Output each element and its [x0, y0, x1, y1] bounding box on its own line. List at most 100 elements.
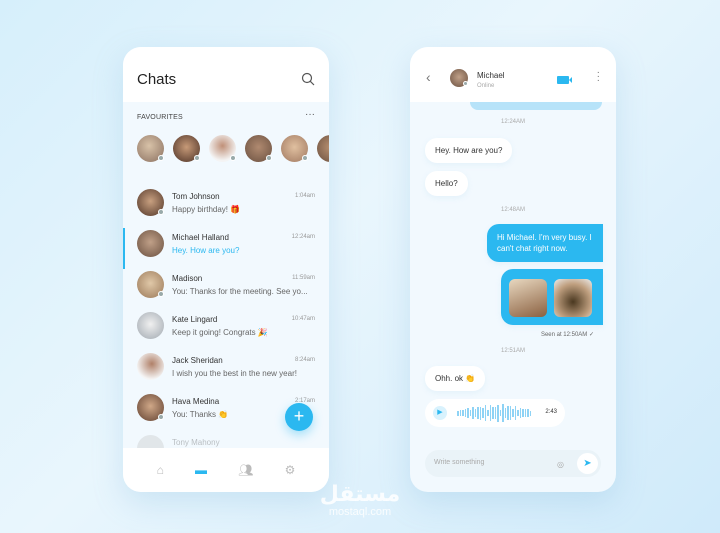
- waveform-bar: [522, 408, 524, 418]
- favourite-avatar[interactable]: [137, 135, 164, 162]
- waveform-bar: [502, 404, 504, 422]
- avatar: [137, 394, 164, 421]
- waveform-bar: [457, 410, 459, 416]
- back-icon[interactable]: ‹: [426, 69, 431, 85]
- shared-image[interactable]: [509, 279, 547, 317]
- waveform-bar: [474, 409, 476, 417]
- timestamp: 12:48AM: [500, 207, 525, 213]
- send-button[interactable]: ➤: [577, 453, 598, 474]
- waveform: [457, 404, 535, 422]
- message-time: 12:24am: [291, 234, 315, 240]
- favourite-avatar[interactable]: [173, 135, 200, 162]
- contact-name: Madison: [172, 274, 203, 283]
- avatar: [137, 312, 164, 339]
- more-icon[interactable]: ···: [305, 109, 315, 120]
- waveform-bar: [487, 409, 489, 417]
- chats-header: Chats: [123, 47, 329, 102]
- video-call-icon[interactable]: [557, 76, 572, 84]
- waveform-bar: [529, 410, 531, 416]
- waveform-bar: [469, 409, 471, 417]
- timestamp: 12:24AM: [500, 119, 525, 125]
- waveform-bar: [499, 409, 501, 417]
- last-message: You: Thanks 👏: [172, 410, 229, 419]
- waveform-bar: [527, 409, 529, 417]
- waveform-bar: [484, 404, 486, 422]
- message-time: 10:47am: [291, 316, 315, 322]
- waveform-bar: [462, 409, 464, 417]
- chat-icon[interactable]: ▬: [195, 463, 207, 477]
- avatar: [137, 271, 164, 298]
- chat-list-item[interactable]: Jack Sheridan I wish you the best in the …: [123, 351, 329, 392]
- waveform-bar: [489, 404, 491, 422]
- shared-image[interactable]: [554, 279, 592, 317]
- message-time: 11:59am: [292, 275, 315, 281]
- favourite-avatar[interactable]: [317, 135, 329, 162]
- waveform-bar: [497, 404, 499, 422]
- contact-name: Jack Sheridan: [172, 356, 223, 365]
- timestamp: 12:51AM: [500, 348, 525, 354]
- last-message: I wish you the best in the new year!: [172, 369, 297, 378]
- waveform-bar: [494, 406, 496, 420]
- waveform-bar: [479, 406, 481, 420]
- favourite-avatar[interactable]: [245, 135, 272, 162]
- avatar: [450, 69, 468, 87]
- contact-name: Kate Lingard: [172, 315, 218, 324]
- waveform-bar: [517, 409, 519, 417]
- new-chat-button[interactable]: +: [285, 403, 313, 431]
- contact-status: Online: [477, 83, 495, 89]
- watermark-logo: مستقل mostaql.com: [314, 484, 406, 519]
- waveform-bar: [512, 408, 514, 418]
- message-input[interactable]: Write something ◎ ➤: [425, 450, 601, 477]
- favourite-avatar[interactable]: [209, 135, 236, 162]
- settings-icon[interactable]: ⚙: [285, 463, 296, 477]
- incoming-message: Hey. How are you?: [425, 138, 513, 163]
- conversation-header: ‹ Michael Online · · ·: [410, 47, 616, 102]
- waveform-bar: [514, 406, 516, 420]
- waveform-bar: [472, 406, 474, 420]
- search-icon[interactable]: [301, 72, 315, 86]
- chat-list-item[interactable]: Kate Lingard Keep it going! Congrats 🎉 10:…: [123, 310, 329, 351]
- eye-icon[interactable]: ◎: [557, 460, 564, 469]
- more-icon[interactable]: ···: [597, 68, 600, 86]
- last-message: Hey. How are you?: [172, 246, 240, 255]
- selected-indicator: [123, 228, 125, 269]
- favourites-label: FAVOURITES: [137, 114, 183, 121]
- last-message: Happy birthday! 🎁: [172, 205, 241, 214]
- message-time: 8:24am: [294, 357, 315, 363]
- avatar: [137, 353, 164, 380]
- waveform-bar: [459, 409, 461, 417]
- waveform-bar: [524, 409, 526, 417]
- waveform-bar: [507, 406, 509, 420]
- contact-name: Michael: [477, 71, 505, 80]
- waveform-bar: [509, 406, 511, 420]
- waveform-bar: [477, 406, 479, 420]
- avatar: [137, 230, 164, 257]
- previous-message-bubble: [470, 102, 602, 110]
- incoming-message: Hello?: [425, 171, 468, 196]
- contacts-icon[interactable]: 👥︎: [238, 463, 253, 477]
- chat-list-item[interactable]: Michael Halland Hey. How are you? 12:24am: [123, 228, 329, 269]
- waveform-bar: [464, 409, 466, 417]
- play-icon[interactable]: ▶: [433, 406, 447, 420]
- seen-status: Seen at 12:50AM ✓: [540, 332, 594, 338]
- favourite-avatar[interactable]: [281, 135, 308, 162]
- message-time: 1:04am: [294, 193, 315, 199]
- chat-list-item[interactable]: Tom Johnson Happy birthday! 🎁 1:04am: [123, 187, 329, 228]
- waveform-bar: [519, 407, 521, 419]
- contact-name: Hava Medina: [172, 397, 220, 406]
- last-message: Keep it going! Congrats 🎉: [172, 328, 268, 337]
- chats-screen: Chats FAVOURITES ··· Tom Johnson Happy bi…: [123, 47, 329, 492]
- message-placeholder: Write something: [434, 459, 485, 466]
- home-icon[interactable]: ⌂: [157, 463, 164, 477]
- contact-name: Tom Johnson: [172, 192, 220, 201]
- waveform-bar: [482, 408, 484, 418]
- chat-list-item[interactable]: Madison You: Thanks for the meeting. See …: [123, 269, 329, 310]
- last-message: You: Thanks for the meeting. See yo...: [172, 287, 308, 296]
- avatar: [137, 189, 164, 216]
- bottom-nav: ⌂ ▬ 👥︎ ⚙: [123, 448, 329, 492]
- waveform-bar: [467, 408, 469, 418]
- waveform-bar: [504, 408, 506, 418]
- voice-duration: 2:43: [545, 409, 557, 415]
- waveform-bar: [492, 406, 494, 420]
- outgoing-images: [501, 269, 603, 325]
